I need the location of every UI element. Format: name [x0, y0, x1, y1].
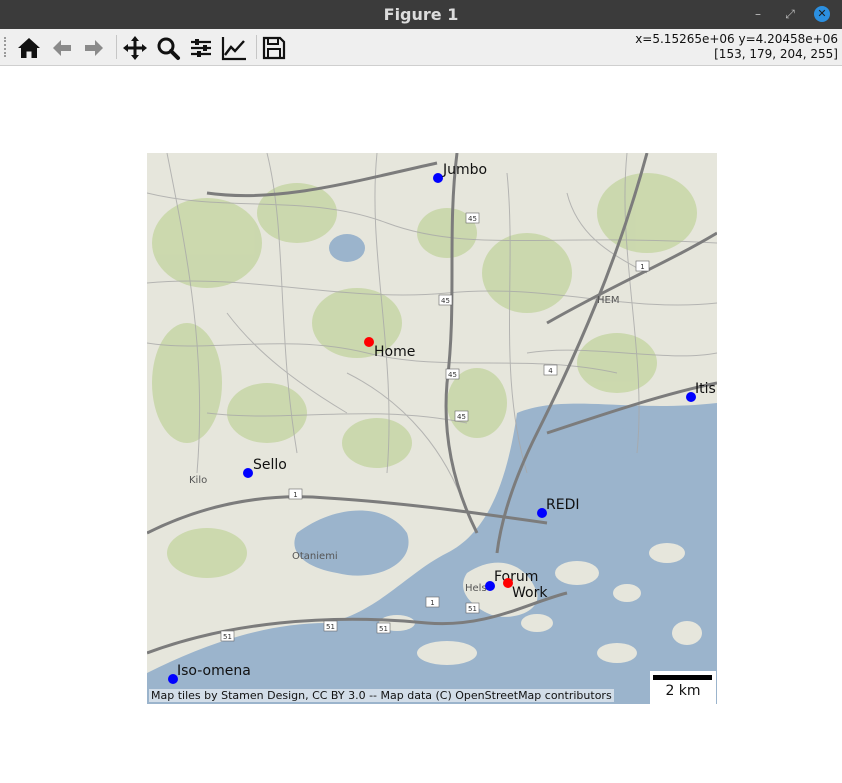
marker-label: Itis: [695, 381, 716, 397]
marker-label: Forum: [494, 569, 538, 585]
scale-bar-line: [653, 675, 712, 680]
arrow-right-icon: [85, 40, 103, 56]
save-button[interactable]: [260, 34, 288, 62]
window-titlebar: Figure 1 – ⤢ ✕: [0, 0, 842, 29]
map-marker: [433, 173, 443, 183]
road-number: 1: [640, 263, 644, 271]
navigation-toolbar: x=5.15265e+06 y=4.20458e+06 [153, 179, 2…: [0, 29, 842, 66]
road-number: 45: [468, 215, 477, 223]
minimize-button[interactable]: –: [750, 6, 766, 22]
map-marker: [364, 337, 374, 347]
marker-label: REDI: [546, 497, 579, 513]
line-chart-icon: [221, 37, 246, 61]
home-icon: [18, 38, 40, 58]
zoom-button[interactable]: [154, 34, 182, 62]
map-marker: [243, 468, 253, 478]
place-label: Hels: [465, 583, 487, 594]
scale-bar-label: 2 km: [665, 683, 701, 699]
road-number: 1: [430, 599, 434, 607]
road-number: 51: [379, 625, 388, 633]
map-attribution: Map tiles by Stamen Design, CC BY 3.0 --…: [149, 689, 614, 702]
marker-label: Work: [512, 585, 548, 601]
home-button[interactable]: [15, 34, 43, 62]
sliders-icon: [191, 39, 211, 57]
marker-label: Jumbo: [442, 162, 487, 178]
magnifier-icon: [157, 37, 180, 60]
place-label: Kilo: [189, 475, 207, 486]
marker-label: Home: [374, 344, 415, 360]
toolbar-separator: [256, 35, 257, 59]
toolbar-separator: [116, 35, 117, 59]
cursor-coordinates: x=5.15265e+06 y=4.20458e+06 [153, 179, 2…: [635, 32, 838, 62]
basemap: Kilo Otaniemi HEM Hels 45 45 45 45 1 1 4 1 51 51 51 51 J…: [147, 153, 717, 704]
window-title: Figure 1: [383, 5, 459, 24]
road-number: 45: [457, 413, 466, 421]
road-number: 51: [468, 605, 477, 613]
close-button[interactable]: ✕: [814, 6, 830, 22]
marker-label: Iso-omena: [177, 663, 251, 679]
toolbar-grip[interactable]: [4, 37, 8, 57]
road-number: 1: [293, 491, 297, 499]
move-icon: [123, 36, 147, 60]
customize-button[interactable]: [220, 34, 248, 62]
scale-bar: 2 km: [650, 671, 716, 704]
restore-button[interactable]: ⤢: [782, 6, 798, 22]
road-number: 51: [326, 623, 335, 631]
coords-xy: x=5.15265e+06 y=4.20458e+06: [635, 32, 838, 46]
road-number: 51: [223, 633, 232, 641]
pan-button[interactable]: [121, 34, 149, 62]
subplots-button[interactable]: [187, 34, 215, 62]
road-number: 45: [441, 297, 450, 305]
place-label: Otaniemi: [292, 551, 338, 562]
place-label: HEM: [597, 295, 619, 306]
road-number: 45: [448, 371, 457, 379]
floppy-disk-icon: [262, 36, 286, 60]
coords-rgba: [153, 179, 204, 255]: [714, 47, 838, 61]
marker-label: Sello: [253, 457, 287, 473]
road-number: 4: [548, 367, 553, 375]
back-button[interactable]: [48, 34, 76, 62]
arrow-left-icon: [53, 40, 71, 56]
forward-button[interactable]: [80, 34, 108, 62]
map-axes[interactable]: Kilo Otaniemi HEM Hels 45 45 45 45 1 1 4 1 51 51 51 51 J…: [147, 153, 717, 704]
